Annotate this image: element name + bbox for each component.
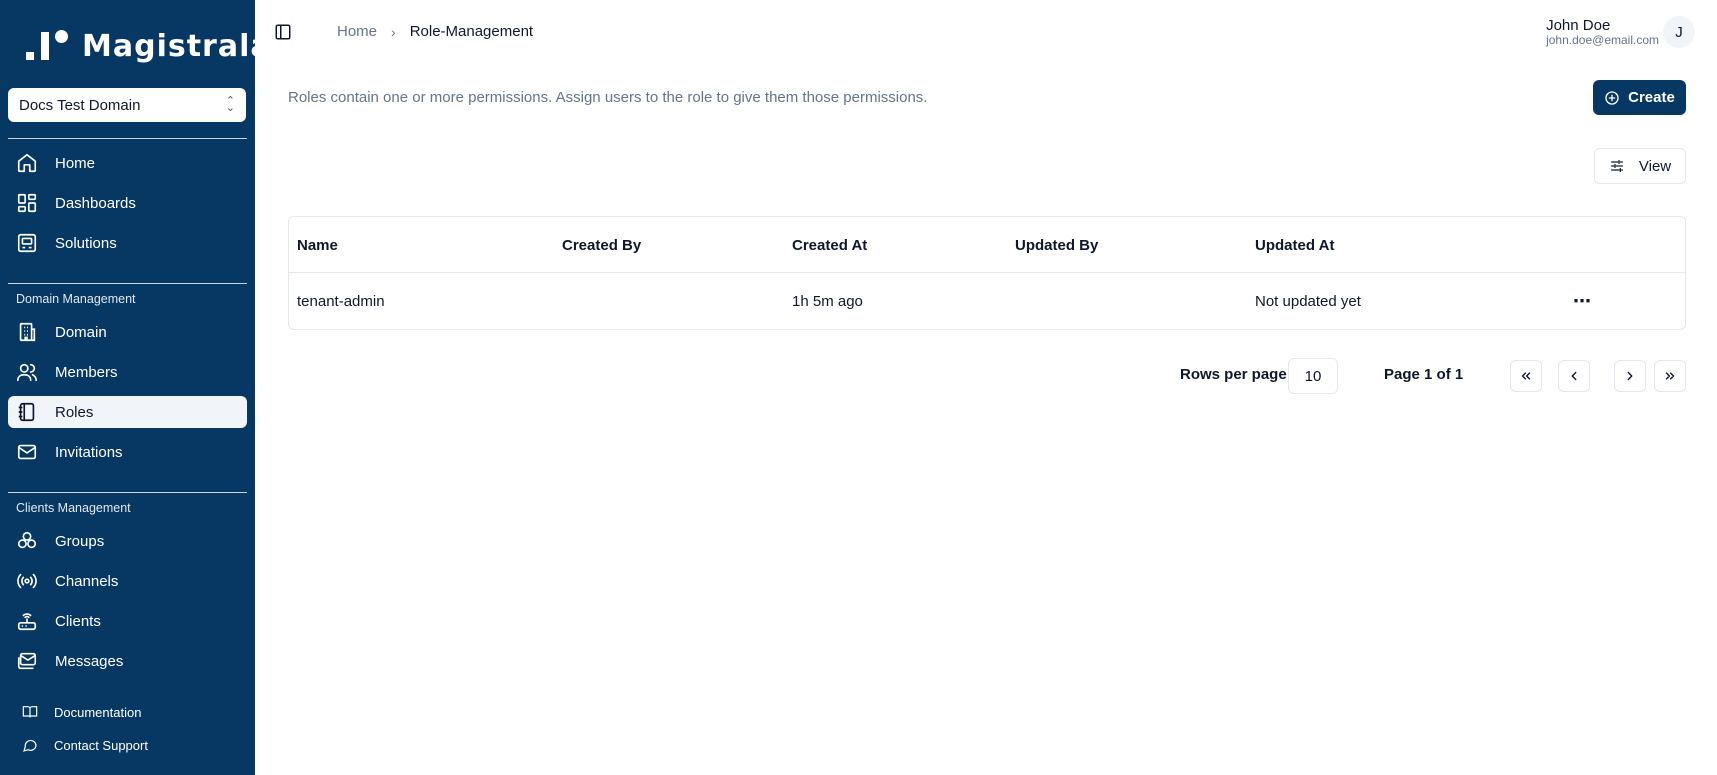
mail-icon xyxy=(16,441,38,463)
sidebar-item-label: Groups xyxy=(55,532,105,550)
sidebar-item-label: Dashboards xyxy=(55,194,136,212)
app-name: Magistrala xyxy=(82,28,272,64)
sidebar-item-label: Home xyxy=(55,154,96,172)
last-page-button[interactable] xyxy=(1654,360,1686,392)
sidebar-item-label: Clients xyxy=(55,612,101,630)
sidebar-item-clients[interactable]: Clients xyxy=(8,605,247,637)
app-logo[interactable]: Magistrala xyxy=(26,28,272,64)
solutions-icon xyxy=(16,232,38,254)
user-email: john.doe@email.com xyxy=(1546,33,1659,47)
user-name: John Doe xyxy=(1546,17,1611,34)
chevron-left-icon xyxy=(1571,371,1577,381)
next-page-button[interactable] xyxy=(1614,360,1646,392)
table-row[interactable]: tenant-admin 1h 5m ago Not updated yet ⋯ xyxy=(289,273,1685,329)
cell-name: tenant-admin xyxy=(297,292,385,310)
messages-icon xyxy=(16,650,38,672)
sidebar-item-messages[interactable]: Messages xyxy=(8,645,247,677)
user-info: John Doe john.doe@email.com xyxy=(1546,17,1659,47)
sidebar-item-label: Solutions xyxy=(55,234,117,252)
sidebar-item-invitations[interactable]: Invitations xyxy=(8,436,247,468)
notebook-icon xyxy=(16,401,38,423)
sidebar-item-label: Roles xyxy=(55,403,94,421)
chevron-right-icon xyxy=(1627,371,1633,381)
contact-support-link[interactable]: Contact Support xyxy=(22,737,148,753)
logo-mark-icon xyxy=(26,28,72,64)
building-icon xyxy=(16,321,38,343)
dashboard-icon xyxy=(16,192,38,214)
column-header-created-by[interactable]: Created By xyxy=(562,217,641,273)
router-icon xyxy=(16,610,38,632)
sidebar-item-dashboards[interactable]: Dashboards xyxy=(8,187,247,219)
chevrons-right-icon xyxy=(1665,372,1675,380)
cell-created-at: 1h 5m ago xyxy=(792,292,863,310)
column-header-updated-by[interactable]: Updated By xyxy=(1015,217,1098,273)
sidebar-item-solutions[interactable]: Solutions xyxy=(8,227,247,259)
sidebar: Magistrala Docs Test Domain ⌃ ⌄ Home Dash… xyxy=(0,0,271,775)
create-button-label: Create xyxy=(1628,89,1675,106)
breadcrumb-home[interactable]: Home xyxy=(337,23,377,40)
first-page-button[interactable] xyxy=(1510,360,1542,392)
chevron-right-icon: › xyxy=(391,23,396,40)
chevron-up-down-icon: ⌃ ⌄ xyxy=(225,95,235,114)
sidebar-item-channels[interactable]: Channels xyxy=(8,565,247,597)
column-header-created-at[interactable]: Created At xyxy=(792,217,867,273)
plus-circle-icon xyxy=(1605,90,1619,105)
chevrons-left-icon xyxy=(1521,372,1531,380)
table-header: Name Created By Created At Updated By Up… xyxy=(289,217,1685,273)
radio-icon xyxy=(16,570,38,592)
sidebar-item-roles[interactable]: Roles xyxy=(8,396,247,428)
sidebar-toggle-icon[interactable] xyxy=(274,23,292,41)
rows-per-page-select[interactable]: 10 xyxy=(1288,358,1338,394)
roles-table: Name Created By Created At Updated By Up… xyxy=(288,216,1686,330)
view-options-button[interactable]: View xyxy=(1594,148,1686,184)
previous-page-button[interactable] xyxy=(1558,360,1590,392)
users-icon xyxy=(16,361,38,383)
sidebar-divider xyxy=(8,138,247,139)
sidebar-item-domain[interactable]: Domain xyxy=(8,316,247,348)
home-icon xyxy=(16,152,38,174)
column-header-name[interactable]: Name xyxy=(297,217,338,273)
cell-updated-at: Not updated yet xyxy=(1255,292,1361,310)
sidebar-divider xyxy=(8,492,247,493)
sidebar-item-members[interactable]: Members xyxy=(8,356,247,388)
breadcrumb-current: Role-Management xyxy=(409,23,534,40)
sliders-icon xyxy=(1610,160,1623,172)
breadcrumb: Home › Role-Management xyxy=(337,23,533,40)
sidebar-item-label: Messages xyxy=(55,652,124,670)
page-description: Roles contain one or more permissions. A… xyxy=(288,89,928,106)
domain-selector[interactable]: Docs Test Domain ⌃ ⌄ xyxy=(8,88,246,122)
sidebar-item-label: Members xyxy=(55,363,118,381)
avatar[interactable]: J xyxy=(1663,16,1695,48)
section-label-clients: Clients Management xyxy=(16,501,131,515)
book-icon xyxy=(22,706,38,718)
chat-icon xyxy=(23,739,37,752)
create-button[interactable]: Create xyxy=(1593,80,1686,115)
contact-support-label: Contact Support xyxy=(54,737,148,753)
row-actions-more-icon[interactable]: ⋯ xyxy=(1573,273,1592,329)
documentation-label: Documentation xyxy=(54,704,142,720)
sidebar-item-label: Channels xyxy=(55,572,119,590)
sidebar-item-groups[interactable]: Groups xyxy=(8,525,247,557)
sidebar-item-home[interactable]: Home xyxy=(8,147,247,179)
sidebar-item-label: Invitations xyxy=(55,443,123,461)
rows-per-page-label: Rows per page xyxy=(1180,366,1287,383)
section-label-domain: Domain Management xyxy=(16,292,136,306)
sidebar-item-label: Domain xyxy=(55,323,107,341)
column-header-updated-at[interactable]: Updated At xyxy=(1255,217,1334,273)
view-button-label: View xyxy=(1638,157,1672,175)
documentation-link[interactable]: Documentation xyxy=(22,704,141,720)
page-indicator: Page 1 of 1 xyxy=(1384,366,1464,383)
groups-icon xyxy=(16,530,38,552)
domain-selector-value: Docs Test Domain xyxy=(19,96,141,114)
sidebar-divider xyxy=(8,283,247,284)
